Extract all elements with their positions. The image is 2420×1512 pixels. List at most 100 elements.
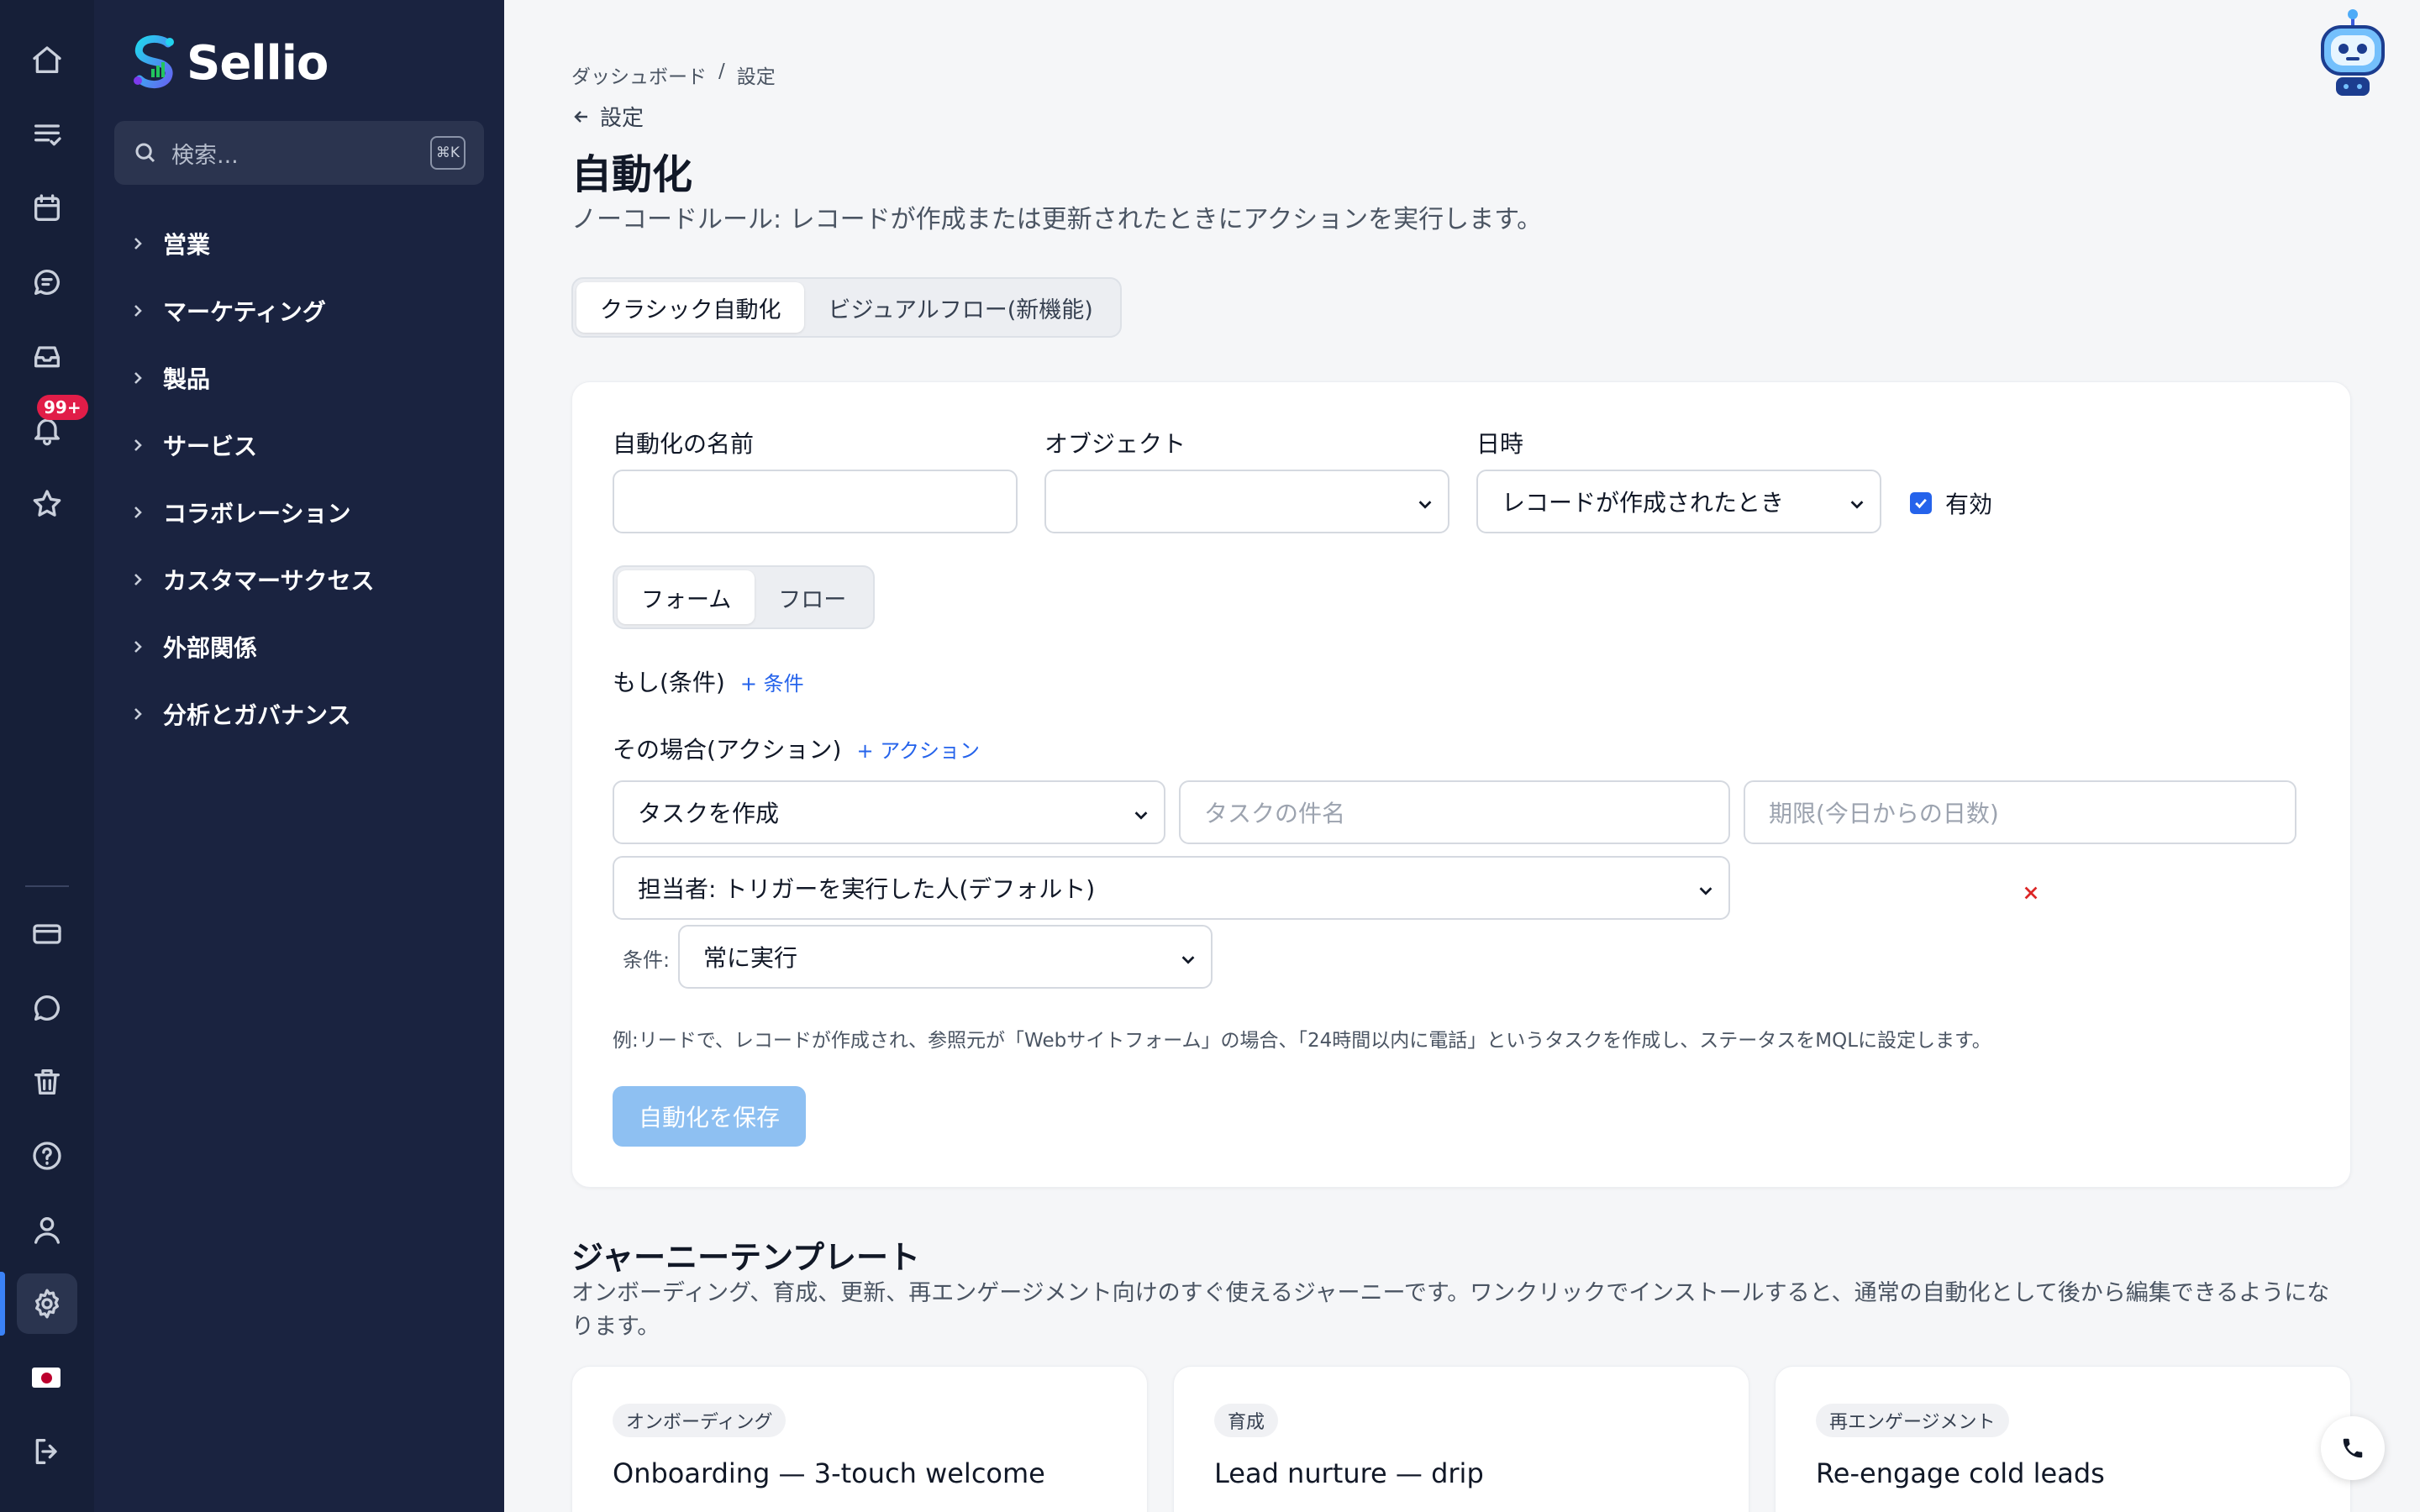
- journey-templates-title: ジャーニーテンプレート: [571, 1239, 920, 1276]
- assignee-select[interactable]: 担当者: トリガーを実行した人(デフォルト): [613, 856, 1730, 920]
- tab-flow[interactable]: フロー: [755, 570, 870, 624]
- trigger-select[interactable]: レコードが作成されたとき: [1476, 470, 1881, 533]
- app-logo[interactable]: Sellio: [128, 32, 329, 94]
- flag-jp-icon[interactable]: [32, 1368, 60, 1388]
- object-label: オブジェクト: [1044, 430, 1186, 458]
- task-subject-placeholder: タスクの件名: [1204, 800, 1346, 827]
- add-condition-link[interactable]: + 条件: [740, 667, 804, 696]
- save-automation-button[interactable]: 自動化を保存: [613, 1086, 806, 1147]
- tab-visual-flow[interactable]: ビジュアルフロー(新機能): [804, 282, 1116, 333]
- chevron-down-icon: [1134, 811, 1148, 820]
- sidebar-item-label: 営業: [163, 231, 211, 259]
- breadcrumb: ダッシュボード / 設定: [571, 60, 776, 89]
- chat-icon[interactable]: [17, 252, 77, 312]
- assignee-value: 担当者: トリガーを実行した人(デフォルト): [638, 875, 1096, 903]
- sidebar-item-external-relations[interactable]: 外部関係: [131, 613, 374, 680]
- sidebar-item-collaboration[interactable]: コラボレーション: [131, 479, 374, 546]
- add-action-link[interactable]: + アクション: [856, 734, 980, 764]
- tab-form[interactable]: フォーム: [618, 570, 755, 624]
- template-name: Onboarding — 3-touch welcome: [613, 1457, 1045, 1489]
- object-select[interactable]: [1044, 470, 1449, 533]
- search-icon: [135, 143, 155, 163]
- main-content: ダッシュボード / 設定 設定 自動化 ノーコードルール: レコードが作成または…: [504, 0, 2420, 1512]
- message-icon[interactable]: [17, 978, 77, 1038]
- sidebar-item-analytics-governance[interactable]: 分析とガバナンス: [131, 680, 374, 748]
- back-label: 設定: [600, 106, 644, 131]
- template-badge: オンボーディング: [613, 1404, 786, 1437]
- template-card-reengage[interactable]: 再エンゲージメント Re-engage cold leads: [1775, 1366, 2351, 1512]
- sidebar-nav: 営業 マーケティング 製品 サービス コラボレーション カスタマーサクセス 外部…: [131, 210, 374, 748]
- assistant-bot-icon[interactable]: [2317, 8, 2388, 101]
- search-input[interactable]: 検索... ⌘K: [114, 121, 484, 185]
- sidebar-item-label: カスタマーサクセス: [163, 567, 375, 595]
- arrow-left-icon: [574, 110, 587, 123]
- home-icon[interactable]: [17, 30, 77, 91]
- tab-classic-automation[interactable]: クラシック自動化: [576, 282, 805, 333]
- sidebar-item-products[interactable]: 製品: [131, 344, 374, 412]
- chevron-right-icon: [134, 238, 142, 249]
- help-icon[interactable]: [17, 1126, 77, 1186]
- user-icon[interactable]: [17, 1200, 77, 1260]
- sidebar-item-label: 分析とガバナンス: [163, 701, 351, 729]
- sidebar-item-label: 製品: [163, 365, 211, 393]
- gear-icon[interactable]: [17, 1273, 77, 1334]
- due-days-placeholder: 期限(今日からの日数): [1769, 800, 1999, 827]
- enabled-label: 有効: [1945, 491, 1993, 518]
- call-button[interactable]: [2321, 1416, 2385, 1480]
- action-type-select[interactable]: タスクを作成: [613, 780, 1165, 844]
- template-card-nurture[interactable]: 育成 Lead nurture — drip: [1173, 1366, 1749, 1512]
- back-link[interactable]: 設定: [571, 101, 644, 132]
- template-name: Re-engage cold leads: [1816, 1457, 2105, 1489]
- template-badge: 再エンゲージメント: [1816, 1404, 2009, 1437]
- billing-icon[interactable]: [17, 904, 77, 964]
- chevron-down-icon: [1181, 956, 1195, 964]
- app-name: Sellio: [187, 35, 329, 91]
- chevron-right-icon: [134, 372, 142, 384]
- logout-icon[interactable]: [17, 1421, 77, 1482]
- condition-label: 条件:: [623, 948, 671, 972]
- name-label: 自動化の名前: [613, 430, 755, 458]
- page-title: 自動化: [571, 151, 693, 198]
- breadcrumb-current: 設定: [736, 66, 776, 88]
- editor-mode-tabs: フォーム フロー: [613, 565, 876, 629]
- chevron-right-icon: [134, 708, 142, 720]
- chevron-down-icon: [1850, 501, 1864, 509]
- template-card-onboarding[interactable]: オンボーディング Onboarding — 3-touch welcome: [571, 1366, 1148, 1512]
- chevron-right-icon: [134, 507, 142, 518]
- chevron-right-icon: [134, 439, 142, 451]
- sidebar-item-sales[interactable]: 営業: [131, 210, 374, 277]
- journey-templates-subtitle: オンボーディング、育成、更新、再エンゲージメント向けのすぐ使えるジャーニーです。…: [571, 1280, 2330, 1340]
- tasks-icon[interactable]: [17, 104, 77, 165]
- notification-badge: 99+: [37, 395, 88, 420]
- rail-active-indicator: [0, 1272, 5, 1336]
- due-days-input[interactable]: 期限(今日からの日数): [1744, 780, 2296, 844]
- breadcrumb-home[interactable]: ダッシュボード: [571, 60, 707, 89]
- sidebar-item-customer-success[interactable]: カスタマーサクセス: [131, 546, 374, 613]
- sidebar-item-label: サービス: [163, 433, 258, 460]
- trash-icon[interactable]: [17, 1052, 77, 1112]
- calendar-icon[interactable]: [17, 178, 77, 239]
- task-subject-input[interactable]: タスクの件名: [1179, 780, 1730, 844]
- star-icon[interactable]: [17, 474, 77, 534]
- page-subtitle: ノーコードルール: レコードが作成または更新されたときにアクションを実行します。: [571, 205, 1543, 234]
- sidebar-item-service[interactable]: サービス: [131, 412, 374, 479]
- automation-name-input[interactable]: [613, 470, 1018, 533]
- checkbox-checked-icon: [1910, 492, 1932, 514]
- condition-select[interactable]: 常に実行: [678, 925, 1213, 989]
- template-name: Lead nurture — drip: [1214, 1457, 1484, 1489]
- chevron-down-icon: [1699, 887, 1712, 895]
- phone-icon: [2343, 1438, 2363, 1458]
- then-label: その場合(アクション): [613, 736, 842, 764]
- sidebar-item-marketing[interactable]: マーケティング: [131, 277, 374, 344]
- condition-value: 常に実行: [703, 944, 798, 972]
- trigger-value: レコードが作成されたとき: [1502, 489, 1785, 517]
- breadcrumb-separator: /: [718, 60, 725, 82]
- action-type-value: タスクを作成: [638, 800, 780, 827]
- then-actions-row: その場合(アクション) + アクション: [613, 732, 980, 765]
- inbox-icon[interactable]: [17, 326, 77, 386]
- sidebar-item-label: コラボレーション: [163, 500, 351, 528]
- enabled-checkbox[interactable]: 有効: [1910, 486, 1992, 520]
- remove-action-icon[interactable]: [2018, 879, 2044, 906]
- sidebar-item-label: 外部関係: [163, 634, 258, 662]
- sidebar-item-label: マーケティング: [163, 298, 326, 326]
